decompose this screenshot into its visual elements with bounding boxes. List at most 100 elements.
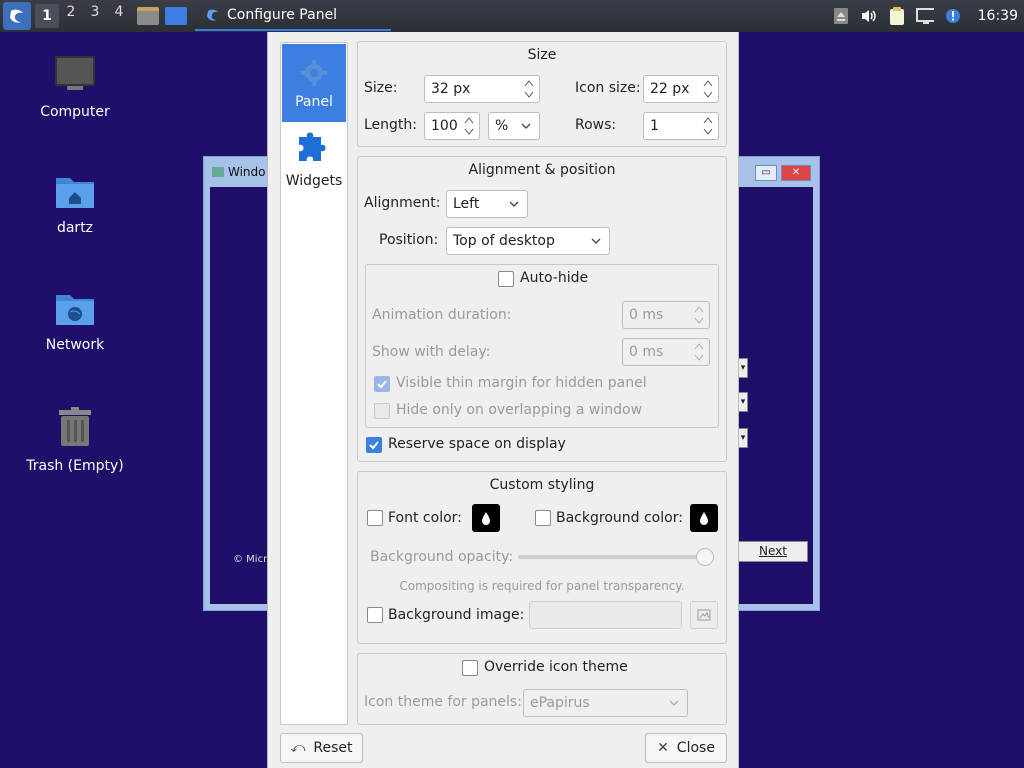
desktop-icon-trash[interactable]: Trash (Empty) (20, 406, 130, 474)
chevron-down-icon (669, 700, 679, 706)
sidebar-item-panel[interactable]: Panel (282, 44, 346, 122)
show-delay-label: Show with delay: (372, 344, 491, 360)
length-unit-combo[interactable]: % (488, 112, 540, 140)
dropdown-arrow-button[interactable]: ▾ (738, 428, 748, 448)
spin-arrows-icon[interactable] (702, 78, 714, 100)
next-button[interactable]: Next (738, 541, 808, 562)
background-image-field[interactable] (529, 601, 682, 629)
custom-styling-group: Custom styling Font color: Background co… (357, 471, 727, 644)
background-color-checkbox[interactable] (535, 510, 551, 526)
task-configure-panel[interactable]: Configure Panel (195, 1, 391, 31)
icon-theme-combo[interactable]: ePapirus (523, 689, 688, 717)
computer-icon (20, 54, 130, 98)
close-button[interactable]: ✕ Close (645, 733, 727, 763)
group-title: Size (527, 47, 557, 63)
background-color-button[interactable] (690, 504, 718, 532)
desktop-icon-label: dartz (56, 220, 94, 236)
update-notifier-icon[interactable] (944, 7, 962, 25)
opacity-slider-handle[interactable] (696, 548, 714, 566)
spin-arrows-icon[interactable] (702, 115, 714, 137)
reserve-space-checkbox[interactable] (366, 437, 382, 453)
desktop-icon-network[interactable]: Network (20, 289, 130, 353)
icon-size-label: Icon size: (575, 80, 641, 96)
position-combo[interactable]: Top of desktop (446, 227, 610, 255)
desktop-icon-home[interactable]: dartz (20, 172, 130, 236)
size-group: Size Size: 32 px Icon size: 22 px Length… (357, 41, 727, 147)
font-color-checkbox[interactable] (367, 510, 383, 526)
chevron-down-icon (521, 123, 531, 129)
autohide-box: Auto-hide Animation duration: 0 ms Show … (365, 264, 719, 428)
restore-button[interactable]: ▭ (755, 165, 777, 181)
spin-arrows-icon[interactable] (523, 78, 535, 100)
overlap-label: Hide only on overlapping a window (396, 402, 643, 418)
browse-image-button[interactable] (690, 601, 718, 629)
opacity-slider-track[interactable] (518, 555, 714, 559)
autohide-checkbox[interactable] (498, 271, 514, 287)
desktop-2-button[interactable]: 2 (59, 4, 83, 28)
autohide-label: Auto-hide (520, 270, 589, 286)
task-title: Configure Panel (227, 7, 338, 23)
length-label: Length: (364, 117, 418, 133)
chevron-down-icon (591, 238, 601, 244)
undo-icon: ⤺ (290, 740, 306, 756)
window-app-icon (212, 167, 224, 177)
rows-spinbox[interactable]: 1 (643, 112, 719, 140)
spin-arrows-icon[interactable] (463, 115, 475, 137)
override-icon-theme-label: Override icon theme (484, 659, 628, 675)
show-delay-spinbox[interactable]: 0 ms (622, 338, 710, 366)
group-title: Alignment & position (468, 162, 616, 178)
clipboard-icon[interactable] (888, 7, 906, 25)
sidebar-item-label: Panel (295, 94, 333, 110)
taskbar: 1 2 3 4 Configure Panel 16:39 (0, 0, 1024, 32)
desktop-icon-computer[interactable]: Computer (20, 54, 130, 120)
background-opacity-label: Background opacity: (370, 549, 514, 565)
animation-duration-label: Animation duration: (372, 307, 512, 323)
position-label: Position: (379, 232, 439, 248)
window-close-button[interactable]: ✕ (781, 165, 811, 181)
spin-arrows-icon[interactable] (693, 341, 705, 363)
animation-duration-spinbox[interactable]: 0 ms (622, 301, 710, 329)
size-spinbox[interactable]: 32 px (424, 75, 540, 103)
length-spinbox[interactable]: 100 (424, 112, 480, 140)
icon-theme-label: Icon theme for panels: (364, 694, 522, 710)
clock[interactable]: 16:39 (978, 8, 1018, 24)
app-menu-button[interactable] (3, 2, 31, 30)
sidebar-item-label: Widgets (285, 173, 343, 189)
desktop-icon-label: Network (45, 337, 105, 353)
background-window-title: Windo (212, 165, 266, 179)
sidebar-item-widgets[interactable]: Widgets (282, 123, 346, 201)
dropdown-arrow-button[interactable]: ▾ (738, 358, 748, 378)
reset-button[interactable]: ⤺ Reset (280, 733, 363, 763)
compositing-note: Compositing is required for panel transp… (399, 579, 685, 593)
checkmark-icon (369, 441, 379, 450)
volume-icon[interactable] (860, 7, 878, 25)
configure-panel-dialog: Panel Widgets Size Size: 32 px Icon size… (267, 32, 739, 768)
background-image-checkbox[interactable] (367, 607, 383, 623)
show-desktop-icon[interactable] (165, 7, 187, 25)
network-status-icon[interactable] (915, 7, 934, 25)
desktop-icon-label: Trash (Empty) (26, 458, 124, 474)
override-icon-theme-checkbox[interactable] (462, 660, 478, 676)
desktop-icon-label: Computer (40, 104, 110, 120)
background-image-label: Background image: (388, 607, 525, 623)
gear-icon (282, 44, 346, 88)
overlap-checkbox[interactable] (374, 403, 390, 419)
desktop-1-button[interactable]: 1 (35, 4, 59, 28)
spin-arrows-icon[interactable] (693, 304, 705, 326)
desktop-3-button[interactable]: 3 (83, 4, 107, 28)
file-manager-quicklaunch-icon[interactable] (137, 7, 159, 25)
icon-theme-group: Override icon theme Icon theme for panel… (357, 653, 727, 725)
alignment-combo[interactable]: Left (446, 190, 528, 218)
thin-margin-checkbox[interactable] (374, 376, 390, 392)
system-tray: 16:39 (832, 0, 1024, 32)
desktop-4-button[interactable]: 4 (107, 4, 131, 28)
dropdown-arrow-button[interactable]: ▾ (738, 392, 748, 412)
rows-label: Rows: (575, 117, 617, 133)
font-color-button[interactable] (472, 504, 500, 532)
eject-icon[interactable] (832, 7, 850, 25)
icon-size-spinbox[interactable]: 22 px (643, 75, 719, 103)
color-drop-icon (700, 512, 708, 525)
group-title: Custom styling (489, 477, 595, 493)
thin-margin-label: Visible thin margin for hidden panel (396, 375, 647, 391)
alignment-label: Alignment: (364, 195, 441, 211)
